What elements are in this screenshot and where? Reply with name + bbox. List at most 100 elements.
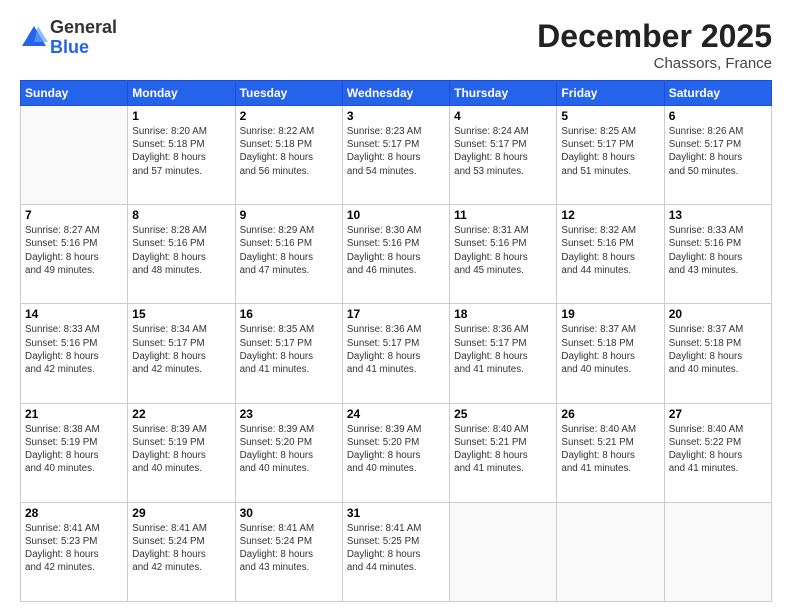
calendar-week-row: 28 Sunrise: 8:41 AMSunset: 5:23 PMDayligh… <box>21 502 772 601</box>
calendar-cell: 17 Sunrise: 8:36 AMSunset: 5:17 PMDayligh… <box>342 304 449 403</box>
calendar-cell: 27Sunrise: 8:40 AMSunset: 5:22 PMDayligh… <box>664 403 771 502</box>
calendar-table: SundayMondayTuesdayWednesdayThursdayFrid… <box>20 80 772 602</box>
calendar-cell: 26 Sunrise: 8:40 AMSunset: 5:21 PMDayligh… <box>557 403 664 502</box>
day-number: 19 <box>561 307 659 321</box>
calendar-cell: 25 Sunrise: 8:40 AMSunset: 5:21 PMDayligh… <box>450 403 557 502</box>
calendar-cell: 22 Sunrise: 8:39 AMSunset: 5:19 PMDayligh… <box>128 403 235 502</box>
day-number: 9 <box>240 208 338 222</box>
day-info: Sunrise: 8:25 AMSunset: 5:17 PMDaylight:… <box>561 125 659 178</box>
day-info: Sunrise: 8:32 AMSunset: 5:16 PMDaylight:… <box>561 224 659 277</box>
calendar-cell: 16Sunrise: 8:35 AMSunset: 5:17 PMDayligh… <box>235 304 342 403</box>
day-number: 2 <box>240 109 338 123</box>
day-info: Sunrise: 8:31 AMSunset: 5:16 PMDaylight:… <box>454 224 552 277</box>
header: General Blue December 2025 Chassors, Fra… <box>20 18 772 72</box>
day-number: 28 <box>25 506 123 520</box>
day-number: 6 <box>669 109 767 123</box>
day-info: Sunrise: 8:41 AMSunset: 5:23 PMDaylight:… <box>25 522 123 575</box>
day-number: 21 <box>25 407 123 421</box>
day-info: Sunrise: 8:40 AMSunset: 5:21 PMDaylight:… <box>454 423 552 476</box>
logo: General Blue <box>20 18 117 58</box>
day-number: 11 <box>454 208 552 222</box>
day-number: 1 <box>132 109 230 123</box>
calendar-cell: 11 Sunrise: 8:31 AMSunset: 5:16 PMDayligh… <box>450 205 557 304</box>
day-number: 18 <box>454 307 552 321</box>
calendar-cell: 19 Sunrise: 8:37 AMSunset: 5:18 PMDayligh… <box>557 304 664 403</box>
day-number: 3 <box>347 109 445 123</box>
day-number: 25 <box>454 407 552 421</box>
day-info: Sunrise: 8:27 AMSunset: 5:16 PMDaylight:… <box>25 224 123 277</box>
day-info: Sunrise: 8:26 AMSunset: 5:17 PMDaylight:… <box>669 125 767 178</box>
day-number: 17 <box>347 307 445 321</box>
calendar-cell <box>450 502 557 601</box>
calendar-cell: 8 Sunrise: 8:28 AMSunset: 5:16 PMDaylight… <box>128 205 235 304</box>
calendar-cell: 23 Sunrise: 8:39 AMSunset: 5:20 PMDayligh… <box>235 403 342 502</box>
day-info: Sunrise: 8:37 AMSunset: 5:18 PMDaylight:… <box>561 323 659 376</box>
day-info: Sunrise: 8:23 AMSunset: 5:17 PMDaylight:… <box>347 125 445 178</box>
calendar-cell: 31Sunrise: 8:41 AMSunset: 5:25 PMDayligh… <box>342 502 449 601</box>
calendar-cell: 21 Sunrise: 8:38 AMSunset: 5:19 PMDayligh… <box>21 403 128 502</box>
day-info: Sunrise: 8:28 AMSunset: 5:16 PMDaylight:… <box>132 224 230 277</box>
calendar-cell: 6 Sunrise: 8:26 AMSunset: 5:17 PMDaylight… <box>664 106 771 205</box>
day-number: 7 <box>25 208 123 222</box>
calendar-cell: 28 Sunrise: 8:41 AMSunset: 5:23 PMDayligh… <box>21 502 128 601</box>
day-number: 14 <box>25 307 123 321</box>
day-number: 23 <box>240 407 338 421</box>
calendar-week-row: 14 Sunrise: 8:33 AMSunset: 5:16 PMDayligh… <box>21 304 772 403</box>
logo-blue-text: Blue <box>50 37 89 57</box>
day-info: Sunrise: 8:39 AMSunset: 5:20 PMDaylight:… <box>347 423 445 476</box>
calendar-cell: 3 Sunrise: 8:23 AMSunset: 5:17 PMDaylight… <box>342 106 449 205</box>
calendar-cell <box>557 502 664 601</box>
day-number: 27 <box>669 407 767 421</box>
day-header-tuesday: Tuesday <box>235 81 342 106</box>
day-number: 15 <box>132 307 230 321</box>
day-number: 30 <box>240 506 338 520</box>
day-info: Sunrise: 8:36 AMSunset: 5:17 PMDaylight:… <box>454 323 552 376</box>
day-info: Sunrise: 8:39 AMSunset: 5:20 PMDaylight:… <box>240 423 338 476</box>
calendar-cell: 14 Sunrise: 8:33 AMSunset: 5:16 PMDayligh… <box>21 304 128 403</box>
day-number: 13 <box>669 208 767 222</box>
day-info: Sunrise: 8:39 AMSunset: 5:19 PMDaylight:… <box>132 423 230 476</box>
day-number: 16 <box>240 307 338 321</box>
day-info: Sunrise: 8:41 AMSunset: 5:24 PMDaylight:… <box>240 522 338 575</box>
calendar-cell: 10Sunrise: 8:30 AMSunset: 5:16 PMDayligh… <box>342 205 449 304</box>
day-info: Sunrise: 8:29 AMSunset: 5:16 PMDaylight:… <box>240 224 338 277</box>
day-info: Sunrise: 8:22 AMSunset: 5:18 PMDaylight:… <box>240 125 338 178</box>
day-number: 8 <box>132 208 230 222</box>
calendar-cell: 7 Sunrise: 8:27 AMSunset: 5:16 PMDaylight… <box>21 205 128 304</box>
month-title: December 2025 <box>537 18 772 55</box>
day-header-thursday: Thursday <box>450 81 557 106</box>
calendar-cell: 30 Sunrise: 8:41 AMSunset: 5:24 PMDayligh… <box>235 502 342 601</box>
day-number: 22 <box>132 407 230 421</box>
calendar-cell: 1Sunrise: 8:20 AMSunset: 5:18 PMDaylight… <box>128 106 235 205</box>
calendar-week-row: 1Sunrise: 8:20 AMSunset: 5:18 PMDaylight… <box>21 106 772 205</box>
calendar-cell: 12Sunrise: 8:32 AMSunset: 5:16 PMDayligh… <box>557 205 664 304</box>
logo-icon <box>20 24 48 52</box>
calendar-cell: 2 Sunrise: 8:22 AMSunset: 5:18 PMDaylight… <box>235 106 342 205</box>
day-number: 26 <box>561 407 659 421</box>
day-header-wednesday: Wednesday <box>342 81 449 106</box>
calendar-cell <box>664 502 771 601</box>
day-number: 24 <box>347 407 445 421</box>
day-info: Sunrise: 8:34 AMSunset: 5:17 PMDaylight:… <box>132 323 230 376</box>
title-block: December 2025 Chassors, France <box>537 18 772 72</box>
day-info: Sunrise: 8:41 AMSunset: 5:24 PMDaylight:… <box>132 522 230 575</box>
day-number: 31 <box>347 506 445 520</box>
calendar-cell: 9 Sunrise: 8:29 AMSunset: 5:16 PMDaylight… <box>235 205 342 304</box>
day-number: 5 <box>561 109 659 123</box>
logo-general-text: General <box>50 17 117 37</box>
calendar-cell: 20Sunrise: 8:37 AMSunset: 5:18 PMDayligh… <box>664 304 771 403</box>
day-header-monday: Monday <box>128 81 235 106</box>
day-header-friday: Friday <box>557 81 664 106</box>
day-number: 29 <box>132 506 230 520</box>
calendar-cell: 4Sunrise: 8:24 AMSunset: 5:17 PMDaylight… <box>450 106 557 205</box>
calendar-cell: 15 Sunrise: 8:34 AMSunset: 5:17 PMDayligh… <box>128 304 235 403</box>
day-info: Sunrise: 8:36 AMSunset: 5:17 PMDaylight:… <box>347 323 445 376</box>
day-info: Sunrise: 8:30 AMSunset: 5:16 PMDaylight:… <box>347 224 445 277</box>
calendar-cell: 29 Sunrise: 8:41 AMSunset: 5:24 PMDayligh… <box>128 502 235 601</box>
day-header-sunday: Sunday <box>21 81 128 106</box>
day-info: Sunrise: 8:33 AMSunset: 5:16 PMDaylight:… <box>25 323 123 376</box>
day-info: Sunrise: 8:38 AMSunset: 5:19 PMDaylight:… <box>25 423 123 476</box>
location: Chassors, France <box>537 55 772 72</box>
day-info: Sunrise: 8:40 AMSunset: 5:21 PMDaylight:… <box>561 423 659 476</box>
day-info: Sunrise: 8:24 AMSunset: 5:17 PMDaylight:… <box>454 125 552 178</box>
